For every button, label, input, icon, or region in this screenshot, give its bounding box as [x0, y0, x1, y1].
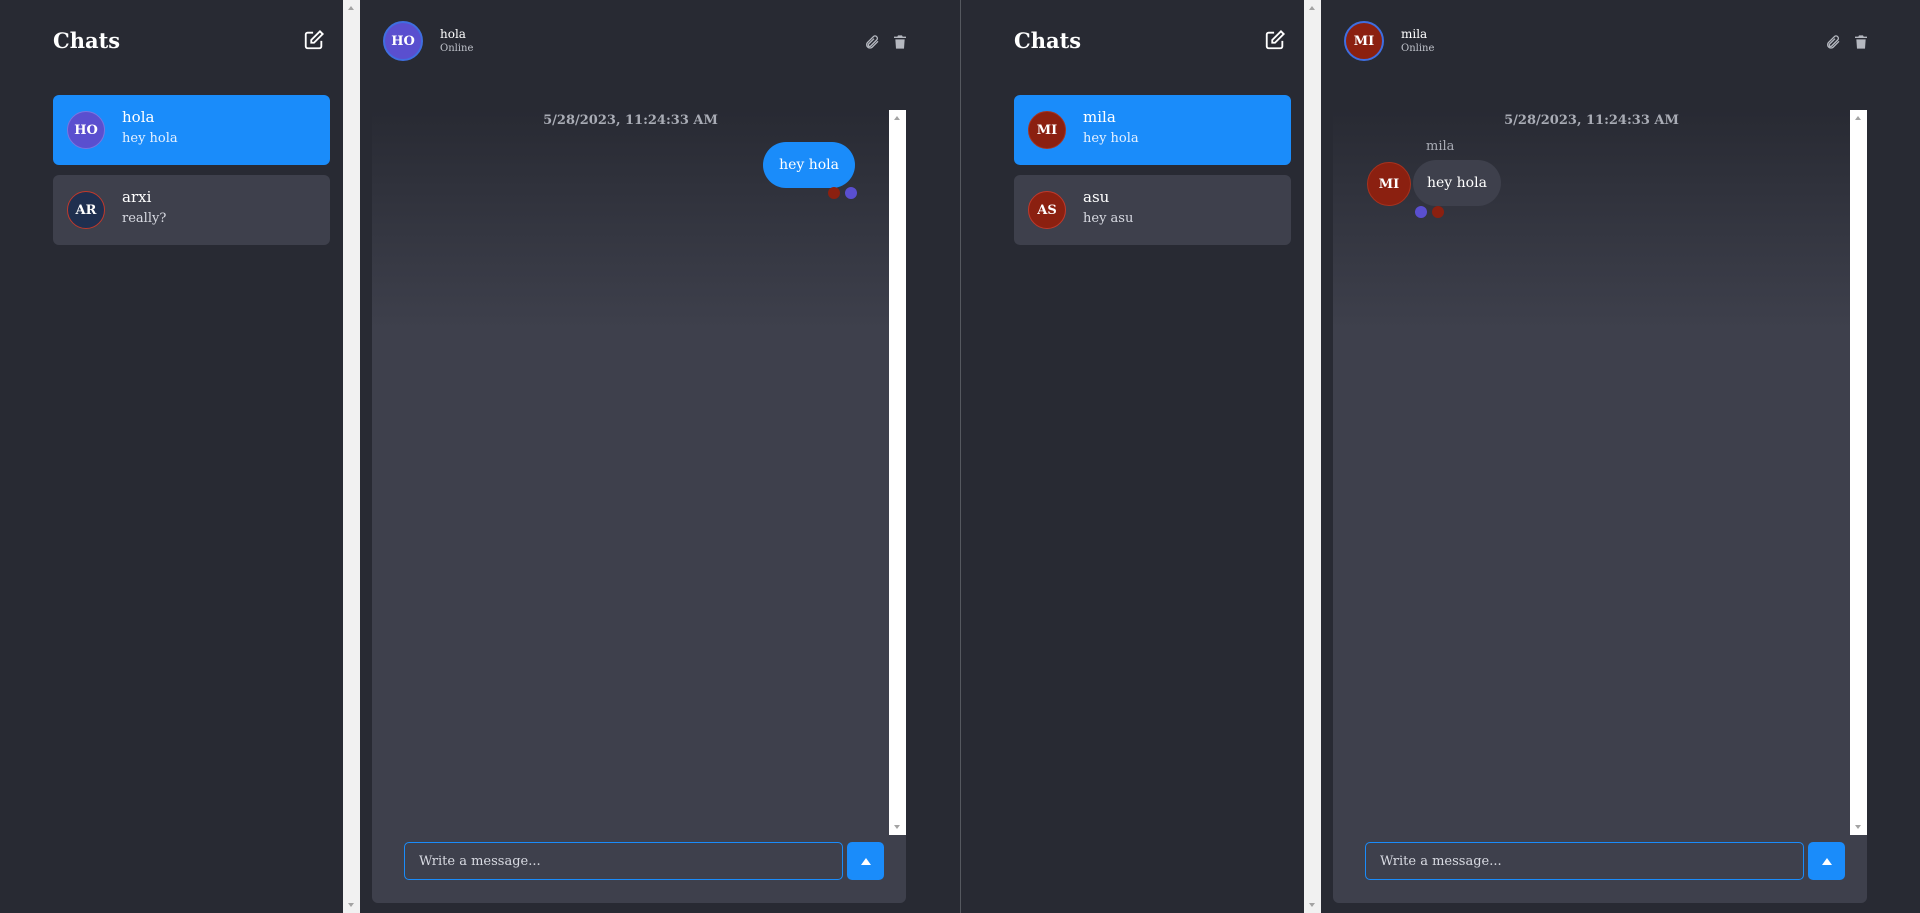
- chat-name: hola: [122, 108, 155, 126]
- sidebar-title: Chats: [1014, 28, 1082, 53]
- message-timestamp: 5/28/2023, 11:24:33 AM: [1504, 113, 1679, 128]
- scroll-up-arrow-icon[interactable]: [348, 6, 354, 10]
- paperclip-icon[interactable]: [1825, 34, 1841, 50]
- chat-app-pane-left: Chats HO hola hey hola AR arxi really? H…: [0, 0, 960, 913]
- message-input[interactable]: [1365, 842, 1804, 880]
- read-receipt-dot: [845, 187, 857, 199]
- send-button[interactable]: [847, 842, 884, 880]
- message-scrollbar[interactable]: [1850, 110, 1867, 835]
- scroll-up-arrow-icon[interactable]: [1309, 6, 1315, 10]
- message-timestamp: 5/28/2023, 11:24:33 AM: [543, 113, 718, 128]
- chat-item-arxi[interactable]: AR arxi really?: [53, 175, 330, 245]
- avatar: HO: [383, 21, 423, 61]
- message-scrollbar[interactable]: [889, 110, 906, 835]
- edit-icon[interactable]: [1264, 29, 1286, 51]
- trash-icon[interactable]: [892, 34, 908, 50]
- read-receipt-dot: [1432, 206, 1444, 218]
- sidebar-scrollbar[interactable]: [343, 0, 360, 913]
- chat-preview: hey hola: [122, 131, 178, 146]
- arrow-up-icon: [860, 857, 871, 865]
- message-bubble-outgoing: hey hola: [763, 142, 855, 188]
- message-composer: [404, 842, 884, 880]
- contact-name: mila: [1401, 27, 1428, 41]
- read-receipt-dot: [828, 187, 840, 199]
- chat-item-asu[interactable]: AS asu hey asu: [1014, 175, 1291, 245]
- chat-preview: really?: [122, 211, 167, 226]
- chat-item-mila[interactable]: MI mila hey hola: [1014, 95, 1291, 165]
- contact-status: Online: [440, 43, 474, 54]
- chat-header: HO hola Online: [380, 21, 920, 63]
- message-sender-name: mila: [1426, 139, 1455, 154]
- scroll-down-arrow-icon[interactable]: [348, 903, 354, 907]
- read-receipt-dot: [1415, 206, 1427, 218]
- avatar: MI: [1028, 111, 1066, 149]
- message-area: 5/28/2023, 11:24:33 AM hey hola: [372, 110, 906, 903]
- message-composer: [1365, 842, 1845, 880]
- scroll-down-arrow-icon[interactable]: [894, 825, 900, 829]
- chat-preview: hey hola: [1083, 131, 1139, 146]
- chat-name: asu: [1083, 188, 1110, 206]
- contact-name: hola: [440, 27, 466, 41]
- avatar: MI: [1344, 21, 1384, 61]
- arrow-up-icon: [1821, 857, 1832, 865]
- chat-name: mila: [1083, 108, 1116, 126]
- avatar: AS: [1028, 191, 1066, 229]
- chat-header: MI mila Online: [1341, 21, 1881, 63]
- sidebar-scrollbar[interactable]: [1304, 0, 1321, 913]
- message-bubble-incoming: hey hola: [1413, 160, 1501, 206]
- avatar: HO: [67, 111, 105, 149]
- chat-sidebar: Chats MI mila hey hola AS asu hey asu: [961, 0, 1304, 913]
- edit-icon[interactable]: [303, 29, 325, 51]
- chat-name: arxi: [122, 188, 152, 206]
- trash-icon[interactable]: [1853, 34, 1869, 50]
- chat-app-pane-right: Chats MI mila hey hola AS asu hey asu MI…: [960, 0, 1920, 913]
- paperclip-icon[interactable]: [864, 34, 880, 50]
- message-area: 5/28/2023, 11:24:33 AM mila MI hey hola: [1333, 110, 1867, 903]
- chat-item-hola[interactable]: HO hola hey hola: [53, 95, 330, 165]
- scroll-up-arrow-icon[interactable]: [894, 116, 900, 120]
- avatar: AR: [67, 191, 105, 229]
- scroll-up-arrow-icon[interactable]: [1855, 116, 1861, 120]
- message-input[interactable]: [404, 842, 843, 880]
- sidebar-title: Chats: [53, 28, 121, 53]
- contact-status: Online: [1401, 43, 1435, 54]
- chat-preview: hey asu: [1083, 211, 1134, 226]
- send-button[interactable]: [1808, 842, 1845, 880]
- scroll-down-arrow-icon[interactable]: [1855, 825, 1861, 829]
- avatar: MI: [1367, 162, 1411, 206]
- chat-sidebar: Chats HO hola hey hola AR arxi really?: [0, 0, 343, 913]
- scroll-down-arrow-icon[interactable]: [1309, 903, 1315, 907]
